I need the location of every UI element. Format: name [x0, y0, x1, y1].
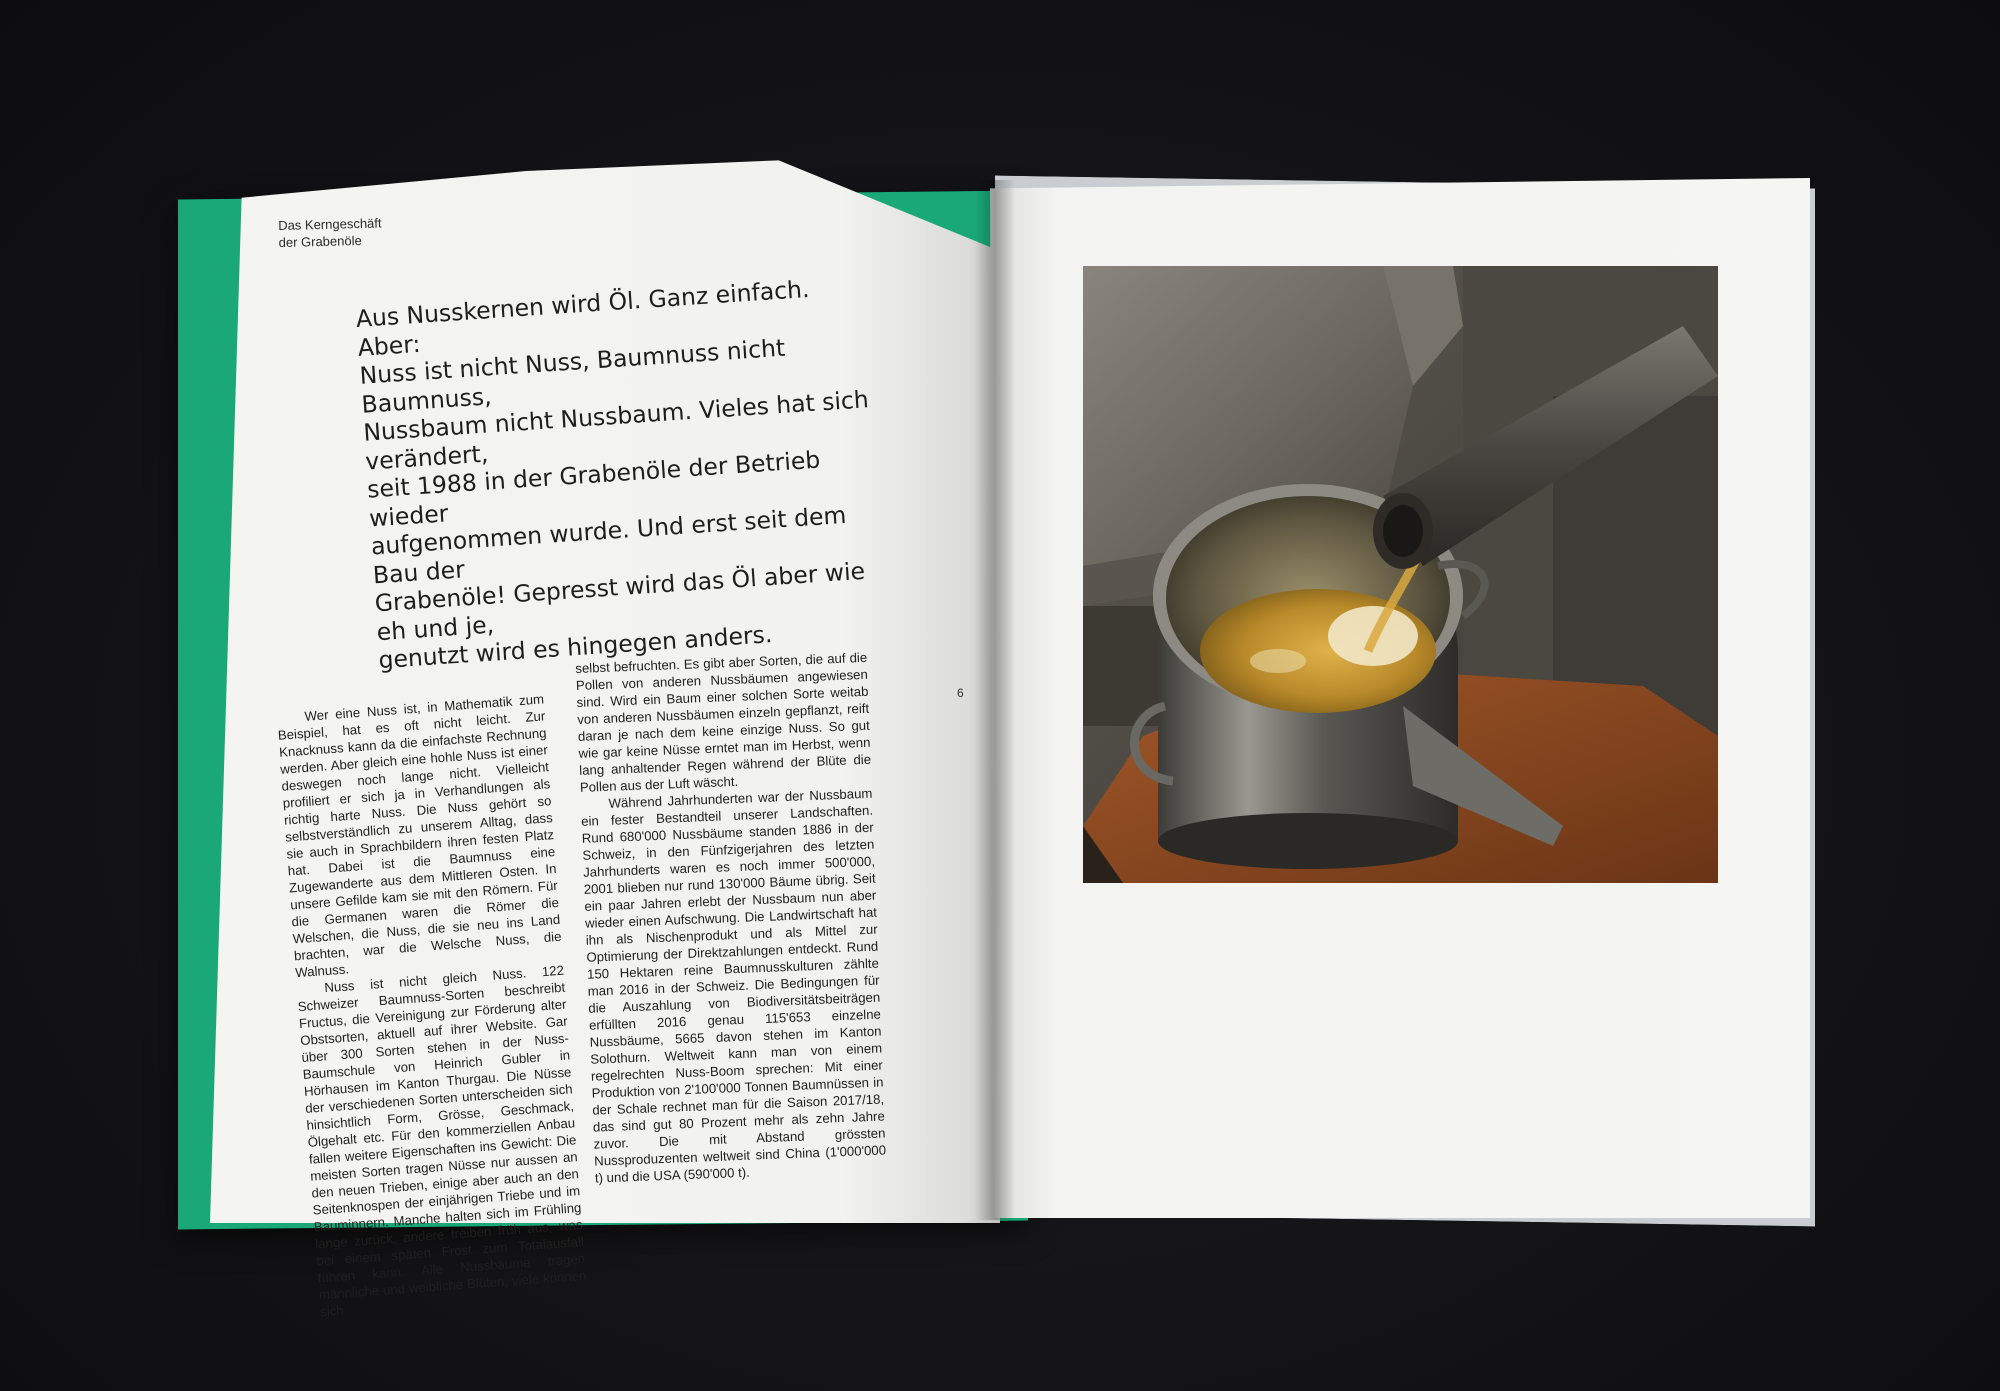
body-column-1: Wer eine Nuss ist, in Mathematik zum Bei… [276, 690, 588, 1320]
intro-paragraph: Aus Nusskernen wird Öl. Ganz einfach. Ab… [355, 271, 898, 675]
gutter-shadow [975, 180, 1015, 1220]
body-paragraph: Während Jahrhunderten war der Nussbaum e… [580, 785, 887, 1186]
running-head-line-2: der Grabenöle [278, 232, 362, 250]
running-head: Das Kerngeschäft der Grabenöle [278, 214, 382, 251]
body-column-2: selbst befruchten. Es gibt aber Sorten, … [575, 649, 887, 1187]
body-paragraph: selbst befruchten. Es gibt aber Sorten, … [575, 649, 872, 795]
running-head-line-1: Das Kerngeschäft [278, 215, 382, 233]
page-number: 6 [957, 686, 964, 700]
body-paragraph: Wer eine Nuss ist, in Mathematik zum Bei… [277, 691, 562, 981]
body-paragraph: Nuss ist nicht gleich Nuss. 122 Schweize… [297, 962, 587, 1320]
oil-pot-photo [1083, 266, 1718, 883]
